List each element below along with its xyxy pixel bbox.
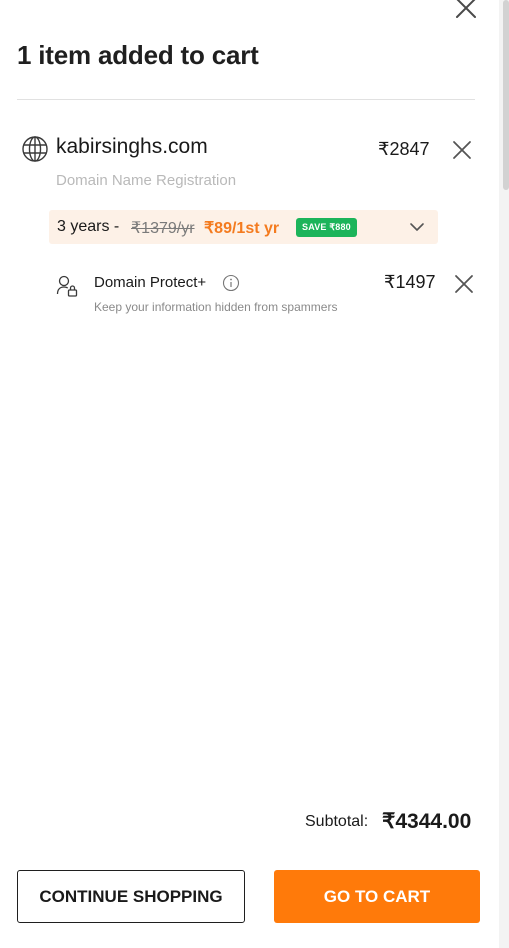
continue-shopping-button[interactable]: CONTINUE SHOPPING [17,870,245,923]
remove-domain-button[interactable] [451,139,473,161]
term-years: 3 years - [57,218,120,235]
chevron-down-icon[interactable] [409,220,425,234]
addon-name: Domain Protect+ [94,274,207,291]
cart-title: 1 item added to cart [17,40,259,70]
domain-name: kabirsinghs.com [56,135,208,158]
close-icon[interactable] [452,0,480,22]
addon-price: ₹1497 [384,272,436,292]
scrollbar-thumb[interactable] [503,0,509,190]
addon-description: Keep your information hidden from spamme… [94,300,338,314]
term-select[interactable]: 3 years - ₹1379/yr ₹89/1st yr SAVE ₹880 [49,210,438,244]
go-to-cart-button[interactable]: GO TO CART [274,870,480,923]
divider [17,99,475,100]
globe-icon [22,136,48,162]
domain-price: ₹2847 [378,139,430,159]
user-lock-icon [56,275,78,297]
info-icon[interactable] [222,274,240,292]
term-new-price: ₹89/1st yr [204,220,280,237]
domain-type: Domain Name Registration [56,172,237,189]
save-badge: SAVE ₹880 [296,218,357,237]
remove-addon-button[interactable] [453,273,475,295]
subtotal-label: Subtotal: [305,813,369,830]
subtotal-value: ₹4344.00 [382,810,472,833]
term-old-price: ₹1379/yr [131,220,195,237]
